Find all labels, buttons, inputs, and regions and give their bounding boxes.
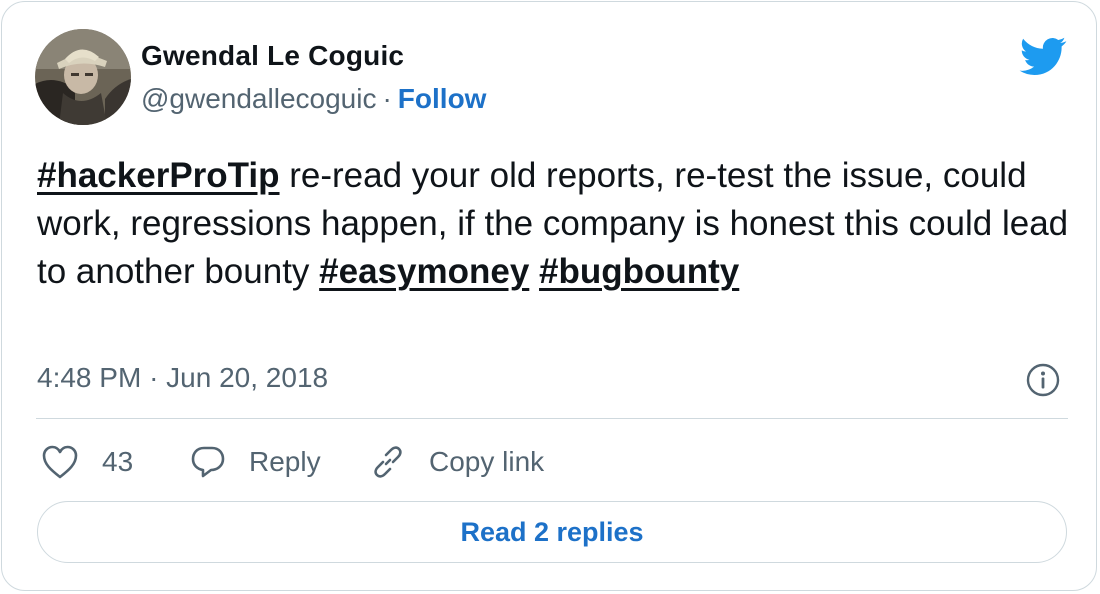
reply-label: Reply [249,446,321,477]
link-icon [374,446,402,478]
avatar[interactable] [35,29,131,125]
read-replies-button[interactable]: Read 2 replies [37,501,1067,563]
user-handle[interactable]: @gwendallecoguic [141,83,376,114]
handle-separator: · [382,83,392,114]
read-replies-label: Read 2 replies [460,516,644,547]
tweet-spacer [529,252,539,291]
like-button[interactable]: 43 [41,440,133,484]
tweet-date[interactable]: Jun 20, 2018 [166,362,328,393]
info-icon[interactable] [1026,363,1060,397]
hashtag-link[interactable]: #bugbounty [539,252,739,291]
hashtag-link[interactable]: #hackerProTip [37,156,280,195]
twitter-bird-icon[interactable] [1019,37,1067,75]
copy-link-label: Copy link [429,446,545,477]
tweet-card: Gwendal Le Coguic @gwendallecoguic · Follo… [1,1,1097,591]
hashtag-link[interactable]: #easymoney [319,252,529,291]
handle-row: @gwendallecoguic · Follow [141,83,486,115]
tweet-time[interactable]: 4:48 PM [37,362,141,393]
tweet-timestamp[interactable]: 4:48 PM · Jun 20, 2018 [37,362,328,394]
reply-button[interactable]: Reply [190,440,321,484]
speech-bubble-icon [191,446,225,478]
display-name[interactable]: Gwendal Le Coguic [141,40,404,72]
like-count: 43 [102,446,134,477]
heart-icon [42,445,78,479]
follow-button[interactable]: Follow [398,83,487,114]
copy-link-button[interactable]: Copy link [370,440,544,484]
divider [36,418,1068,419]
timestamp-separator: · [149,362,159,393]
tweet-text: #hackerProTip re-read your old reports, … [37,152,1077,296]
